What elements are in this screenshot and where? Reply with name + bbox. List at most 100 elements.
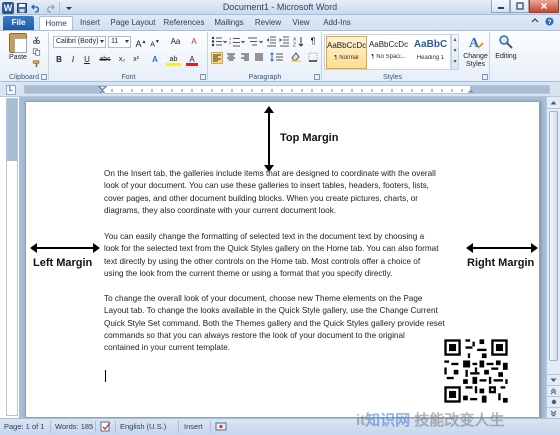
next-page-button[interactable] [547, 407, 560, 418]
watermark-part-1: it [356, 412, 366, 429]
font-dialog-launcher[interactable] [200, 74, 206, 80]
clipboard-dialog-launcher[interactable] [41, 74, 47, 80]
top-margin-zone[interactable] [7, 99, 17, 161]
select-browse-object-button[interactable] [547, 396, 560, 407]
left-margin-label: Left Margin [33, 257, 93, 269]
tab-selector[interactable]: L [6, 85, 16, 95]
grow-font-button[interactable]: A▲ [135, 36, 147, 49]
format-painter-icon[interactable] [32, 60, 41, 68]
show-formatting-marks-button[interactable]: ¶ [307, 35, 319, 47]
style-no-spacing[interactable]: AaBbCcDc ¶ No Spaci... [368, 36, 409, 69]
align-center-button[interactable] [225, 52, 237, 64]
scroll-down-button[interactable] [547, 374, 560, 385]
proofing-icon[interactable] [100, 421, 112, 434]
ruler-scale[interactable] [24, 85, 550, 94]
change-styles-button[interactable]: A Change Styles [462, 34, 489, 69]
maximize-button[interactable] [510, 0, 529, 13]
text-line: using the look from the current theme or… [104, 268, 393, 278]
multilevel-list-icon[interactable] [247, 36, 263, 47]
style-sample: AaBbCcDc [368, 40, 409, 49]
language-indicator[interactable]: English (U.S.) [120, 422, 166, 431]
font-name-select[interactable]: Calibri (Body) [53, 36, 106, 48]
tab-page-layout[interactable]: Page Layout [108, 16, 158, 30]
numbering-icon[interactable]: 12 [229, 36, 245, 47]
shrink-font-button[interactable]: A▼ [149, 36, 161, 48]
font-color-button[interactable]: A [186, 54, 198, 66]
highlight-button[interactable]: ab [166, 54, 181, 66]
gallery-more-icon[interactable]: ▾ [452, 57, 458, 68]
scrollbar-thumb[interactable] [549, 111, 558, 361]
style-normal[interactable]: AaBbCcDc ¶ Normal [326, 36, 367, 69]
font-size-select[interactable]: 11 [108, 36, 131, 48]
group-styles: AaBbCcDc ¶ Normal AaBbCcDc ¶ No Spaci...… [324, 32, 490, 81]
line-spacing-button[interactable] [269, 52, 285, 64]
tab-insert[interactable]: Insert [76, 16, 104, 30]
vertical-ruler[interactable] [6, 98, 18, 416]
change-styles-icon: A [469, 36, 484, 51]
styles-dialog-launcher[interactable] [482, 74, 488, 80]
style-heading-1[interactable]: AaBbC Heading 1 [410, 36, 451, 69]
align-center-icon [227, 53, 235, 61]
italic-button[interactable]: I [67, 54, 79, 66]
change-case-button[interactable]: Aa [167, 36, 184, 48]
underline-button[interactable]: U [81, 54, 93, 66]
close-button[interactable] [529, 0, 559, 13]
insert-mode-indicator[interactable]: Insert [184, 422, 203, 431]
svg-text:Z: Z [293, 43, 296, 48]
tab-view[interactable]: View [288, 16, 314, 30]
double-chevron-up-icon [550, 387, 557, 394]
macro-recording-icon[interactable] [215, 421, 227, 434]
style-sample: AaBbC [413, 39, 448, 50]
editing-button[interactable]: Editing [492, 34, 520, 61]
increase-indent-icon[interactable] [279, 36, 290, 47]
tab-file[interactable]: File [3, 16, 34, 30]
tab-add-ins[interactable]: Add-Ins [319, 16, 355, 30]
word-count[interactable]: Words: 185 [55, 422, 93, 431]
scroll-up-icon[interactable]: ▴ [452, 35, 458, 46]
subscript-button[interactable]: x₂ [116, 54, 128, 66]
help-icon[interactable]: ? [545, 17, 554, 28]
paragraph-3[interactable]: To change the overall look of your docum… [104, 293, 466, 354]
right-indent-marker-icon[interactable] [466, 86, 475, 94]
scroll-up-button[interactable] [547, 97, 560, 109]
align-right-button[interactable] [239, 52, 251, 64]
cut-icon[interactable] [32, 36, 41, 44]
styles-gallery-scroll[interactable]: ▴ ▾ ▾ [451, 34, 459, 70]
superscript-button[interactable]: x² [130, 54, 142, 66]
sort-icon[interactable]: AZ [293, 36, 304, 47]
shading-button[interactable] [289, 52, 303, 64]
decrease-indent-icon[interactable] [266, 36, 277, 47]
page-count[interactable]: Page: 1 of 1 [4, 422, 44, 431]
indent-marker-icon[interactable] [98, 86, 107, 94]
borders-button[interactable] [306, 52, 320, 64]
ribbon-controls: ? [531, 17, 554, 28]
text-line: You can easily change the formatting of … [104, 232, 425, 241]
tab-references[interactable]: References [162, 16, 206, 30]
style-name: ¶ Normal [334, 55, 359, 61]
bold-button[interactable]: B [53, 54, 65, 66]
horizontal-ruler[interactable]: L [0, 82, 560, 97]
paste-button[interactable]: Paste [6, 33, 30, 61]
text-effects-button[interactable]: A [149, 54, 161, 66]
paragraph-2[interactable]: You can easily change the formatting of … [104, 231, 466, 280]
find-icon [499, 35, 513, 49]
copy-icon[interactable] [32, 48, 41, 56]
previous-page-button[interactable] [547, 385, 560, 396]
scroll-down-icon[interactable]: ▾ [452, 46, 458, 57]
tab-home[interactable]: Home [39, 16, 73, 30]
vertical-scrollbar[interactable] [546, 97, 560, 418]
align-left-button[interactable] [211, 52, 223, 64]
justify-button[interactable] [253, 52, 265, 64]
text-line: Layout tab. To change the looks availabl… [104, 306, 438, 316]
text-line: diagrams, they also coordinate with your… [104, 205, 337, 215]
bullets-icon[interactable] [211, 36, 227, 47]
paragraph-1[interactable]: On the Insert tab, the galleries include… [104, 168, 466, 217]
status-separator [50, 421, 51, 433]
minimize-button[interactable] [491, 0, 510, 13]
tab-mailings[interactable]: Mailings [210, 16, 248, 30]
paragraph-dialog-launcher[interactable] [314, 74, 320, 80]
clear-formatting-button[interactable]: A [188, 36, 200, 48]
tab-review[interactable]: Review [253, 16, 283, 30]
strikethrough-button[interactable]: abc [97, 54, 113, 66]
minimize-ribbon-icon[interactable] [531, 17, 539, 28]
